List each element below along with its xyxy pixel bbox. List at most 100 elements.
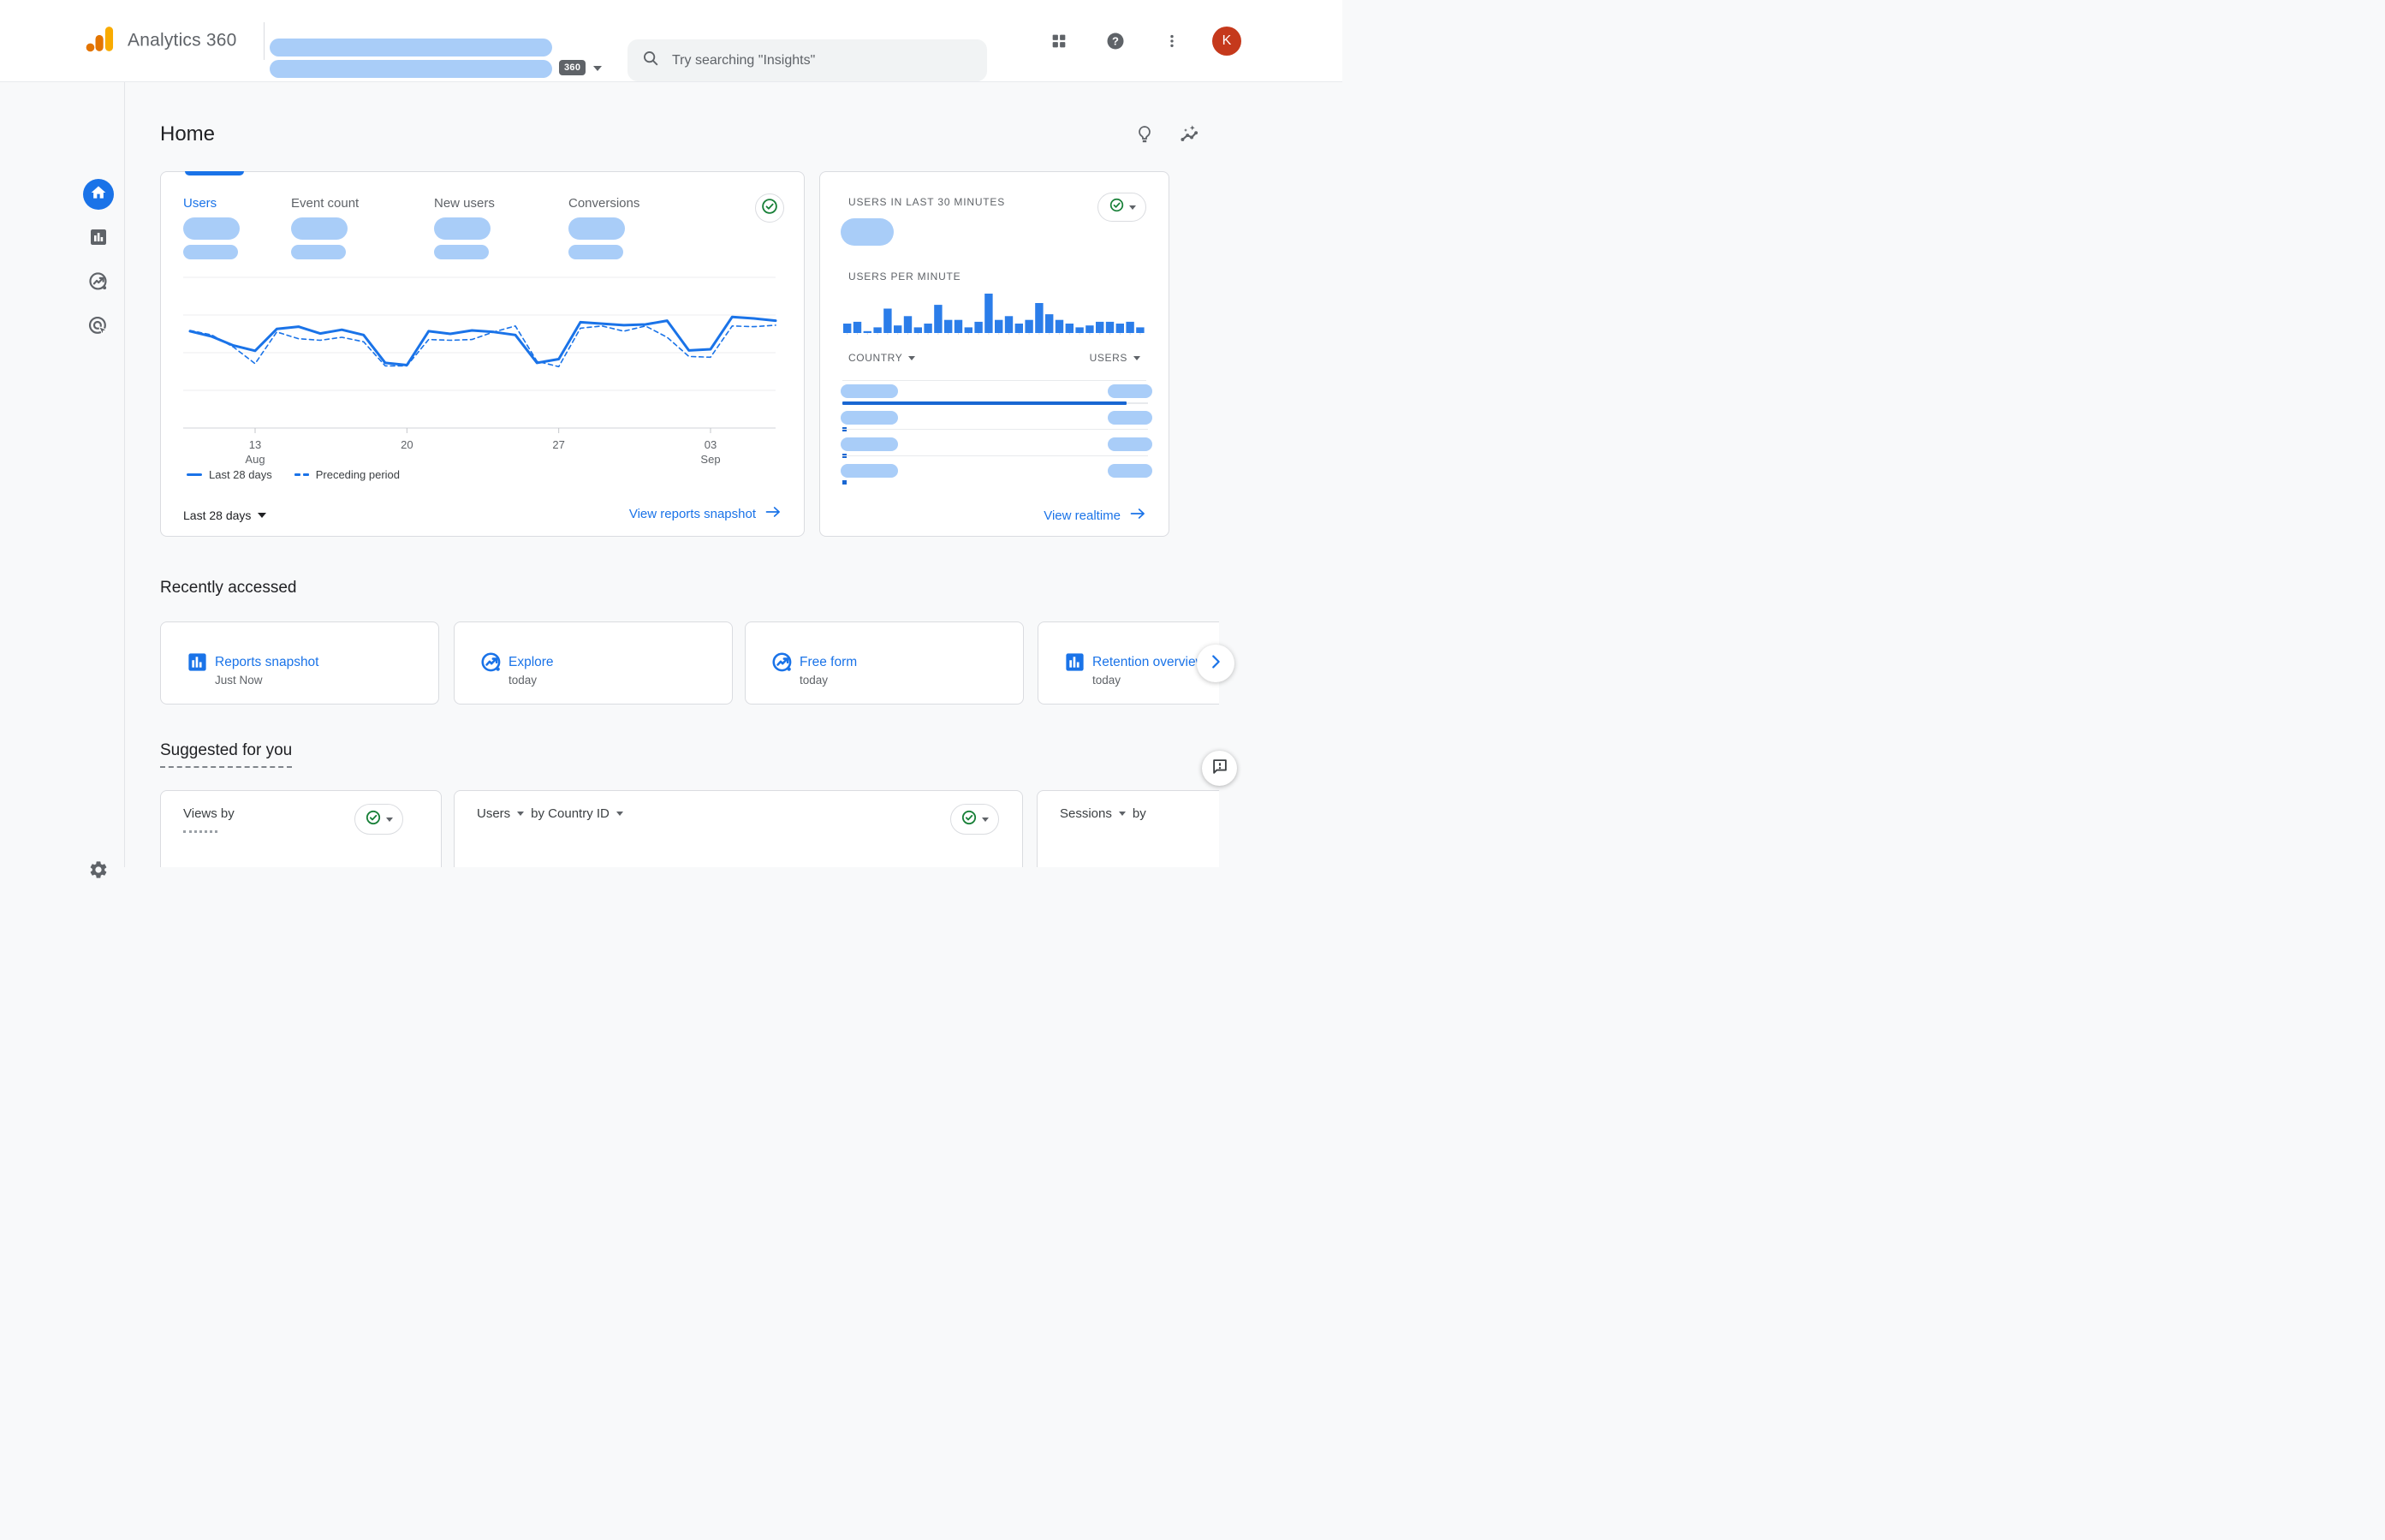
chevron-down-icon[interactable] [616, 812, 623, 816]
svg-text:13: 13 [249, 438, 261, 451]
svg-text:20: 20 [401, 438, 413, 451]
feedback-button[interactable] [1202, 751, 1237, 786]
reports-icon [1063, 651, 1086, 678]
sidebar-item-home[interactable] [83, 179, 114, 210]
dashed-line-swatch [294, 473, 309, 477]
sidebar-item-explore[interactable] [83, 268, 114, 299]
chevron-down-icon [1133, 356, 1140, 360]
avatar[interactable]: K [1212, 27, 1241, 56]
data-quality-dropdown[interactable] [950, 804, 999, 835]
recent-card-retention-overview[interactable]: Retention overview today [1038, 621, 1219, 705]
new-users-value-redacted [434, 217, 491, 240]
card-title: Users by Country ID [477, 806, 623, 821]
reports-icon [186, 651, 209, 678]
view-realtime-link[interactable]: View realtime [1044, 507, 1146, 524]
table-divider [842, 380, 1146, 381]
suggested-row: Views by Users by Country ID [160, 790, 1219, 867]
chevron-down-icon[interactable] [593, 66, 602, 71]
date-range-selector[interactable]: Last 28 days [183, 508, 266, 522]
table-row[interactable] [820, 411, 1169, 437]
redacted-dimension [183, 830, 217, 833]
recently-accessed-heading: Recently accessed [160, 579, 296, 598]
help-icon[interactable]: ? [1099, 25, 1132, 57]
sidebar-divider [124, 82, 125, 867]
nav-sidebar [0, 82, 124, 867]
arrow-right-icon [1129, 507, 1146, 524]
svg-text:Aug: Aug [245, 453, 265, 466]
chevron-down-icon [386, 818, 393, 822]
suggested-heading: Suggested for you [160, 741, 292, 768]
users-column-header[interactable]: USERS [1090, 352, 1140, 364]
chevron-down-icon [908, 356, 915, 360]
recently-accessed-carousel: Reports snapshot Just Now Explore today … [160, 621, 1219, 705]
check-circle-icon [760, 197, 779, 220]
recent-card-explore[interactable]: Explore today [454, 621, 733, 705]
chevron-down-icon[interactable] [1119, 812, 1126, 816]
sidebar-item-reports[interactable] [83, 223, 114, 254]
table-row[interactable] [820, 464, 1169, 491]
insights-sparkline-icon[interactable] [1173, 118, 1205, 151]
reports-icon [88, 227, 109, 252]
suggested-card-views-by[interactable]: Views by [160, 790, 442, 867]
page-title: Home [160, 122, 215, 146]
chevron-down-icon [982, 818, 989, 822]
svg-text:03: 03 [705, 438, 717, 451]
users-delta-redacted [183, 245, 238, 259]
data-quality-dropdown[interactable] [354, 804, 403, 835]
sidebar-item-admin[interactable] [83, 856, 114, 887]
chevron-down-icon[interactable] [517, 812, 524, 816]
users-progress-track [842, 455, 1148, 456]
explore-icon [479, 651, 503, 679]
users-value-redacted [183, 217, 240, 240]
card-title: Sessions by [1060, 806, 1146, 821]
users-cell-redacted [1108, 411, 1152, 425]
new-users-delta-redacted [434, 245, 489, 259]
overview-metrics-card: Users Event count New users Conversions … [160, 171, 805, 537]
search-input[interactable] [672, 53, 973, 68]
users-trend-line-chart[interactable]: 13Aug202703Sep [183, 271, 782, 467]
check-circle-icon [1109, 197, 1125, 217]
conversions-delta-redacted [568, 245, 623, 259]
feedback-icon [1210, 757, 1229, 780]
country-cell-redacted [841, 411, 898, 425]
country-cell-redacted [841, 464, 898, 478]
country-cell-redacted [841, 437, 898, 451]
table-row[interactable] [820, 437, 1169, 464]
property-360-badge: 360 [559, 60, 586, 75]
check-circle-icon [961, 809, 978, 830]
search-icon [641, 49, 660, 72]
country-cell-redacted [841, 384, 898, 398]
product-name: Analytics 360 [128, 31, 237, 51]
app-header: Analytics 360 360 ? [0, 0, 1342, 82]
users-per-minute-bar-chart[interactable] [842, 290, 1145, 335]
realtime-status-dropdown[interactable] [1097, 193, 1146, 222]
check-circle-icon [365, 809, 382, 830]
view-reports-snapshot-link[interactable]: View reports snapshot [629, 505, 782, 522]
insights-lightbulb-icon[interactable] [1128, 118, 1161, 151]
users-progress-track [1127, 402, 1148, 404]
kebab-menu-icon[interactable] [1156, 25, 1188, 57]
recent-card-free-form[interactable]: Free form today [745, 621, 1024, 705]
suggested-card-sessions-by[interactable]: Sessions by [1037, 790, 1219, 867]
users-cell-redacted [1108, 437, 1152, 451]
svg-text:?: ? [1112, 35, 1119, 48]
table-row[interactable] [820, 384, 1169, 411]
apps-grid-icon[interactable] [1043, 25, 1075, 57]
recent-card-reports-snapshot[interactable]: Reports snapshot Just Now [160, 621, 439, 705]
users-progress-bar [842, 480, 847, 485]
users-cell-redacted [1108, 384, 1152, 398]
event-count-delta-redacted [291, 245, 346, 259]
suggested-card-users-by-country[interactable]: Users by Country ID [454, 790, 1023, 867]
carousel-next-button[interactable] [1197, 645, 1234, 682]
chevron-down-icon [1129, 205, 1136, 210]
country-column-header[interactable]: COUNTRY [848, 352, 915, 364]
sidebar-item-advertising[interactable] [83, 312, 114, 343]
chart-legend: Last 28 days Preceding period [187, 468, 400, 481]
analytics-logo[interactable]: Analytics 360 [86, 25, 237, 56]
svg-text:27: 27 [552, 438, 564, 451]
users-cell-redacted [1108, 464, 1152, 478]
conversions-value-redacted [568, 217, 625, 240]
search-bar[interactable] [627, 39, 987, 81]
arrow-right-icon [764, 505, 782, 522]
data-quality-check-button[interactable] [755, 193, 784, 223]
